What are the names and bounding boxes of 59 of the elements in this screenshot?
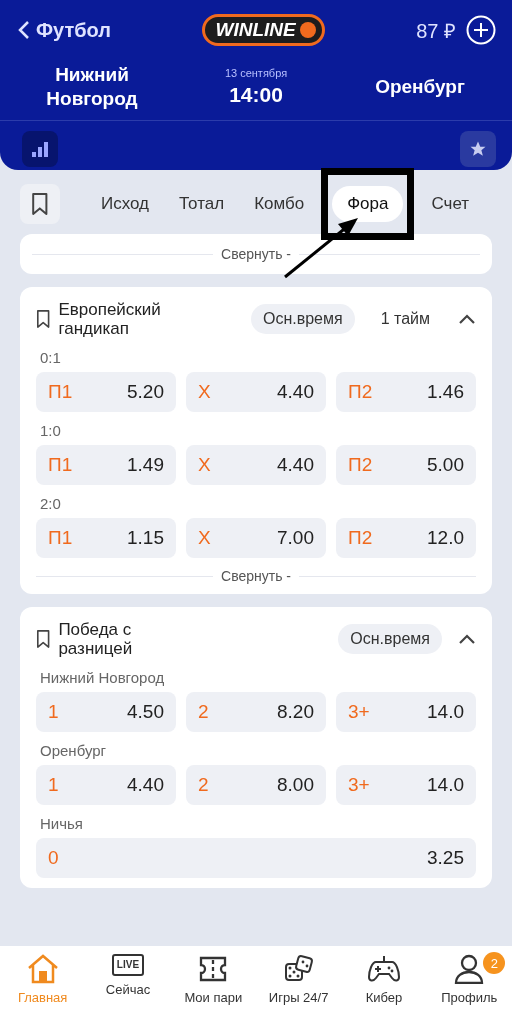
group-label: Ничья (40, 815, 84, 832)
home-team: Нижний Новгород (45, 63, 139, 111)
group-label: Оренбург (40, 742, 108, 759)
market-tab[interactable]: Исход (86, 186, 165, 222)
market-title: Победа с разницей (58, 620, 134, 658)
away-team: Оренбург (374, 75, 466, 99)
odds-button[interactable]: П2 12.0 (336, 518, 476, 558)
chevron-icon[interactable] (458, 313, 476, 325)
market-tab[interactable]: Фора (332, 186, 404, 222)
chevron-icon[interactable] (458, 633, 476, 645)
odds-button[interactable]: П1 1.15 (36, 518, 176, 558)
odds-button[interactable]: Х 4.40 (186, 372, 326, 412)
bookmark-icon[interactable] (31, 193, 49, 215)
odds-button[interactable]: 3+ 14.0 (336, 765, 476, 805)
odds-button[interactable]: П2 1.46 (336, 372, 476, 412)
notification-badge: 2 (483, 952, 506, 974)
group-label: 2:0 (40, 495, 62, 512)
odds-button[interactable]: Х 7.00 (186, 518, 326, 558)
odds-button[interactable]: П2 5.00 (336, 445, 476, 485)
odds-button[interactable]: 3+ 14.0 (336, 692, 476, 732)
back-icon (18, 20, 30, 40)
gamepad-icon (366, 954, 401, 984)
bookmark-icon[interactable] (36, 630, 51, 648)
dice-icon (282, 954, 315, 984)
match-date: 13 сентября (224, 67, 288, 79)
odds-button[interactable]: 1 4.40 (36, 765, 176, 805)
collapse-link[interactable]: Свернуть - (221, 568, 291, 584)
nav-item[interactable]: Игры 24/7 (258, 954, 339, 1024)
odds-button[interactable]: Х 4.40 (186, 445, 326, 485)
odds-button[interactable]: 0 3.25 (36, 838, 476, 878)
period-chip[interactable]: Осн.время (338, 624, 442, 654)
collapse-link[interactable]: Свернуть - (221, 246, 291, 262)
market-tab[interactable]: Счет (416, 186, 485, 222)
market-title: Европейский гандикап (58, 300, 162, 338)
nav-item[interactable]: LIVE Сейчас (88, 954, 168, 1024)
group-label: 1:0 (40, 422, 62, 439)
nav-item[interactable]: Профиль 2 (429, 954, 510, 1024)
group-label: Нижний Новгород (40, 669, 166, 686)
back-button[interactable]: Футбол (18, 18, 111, 42)
market-tab[interactable]: Тотал (164, 186, 240, 222)
odds-button[interactable]: П1 1.49 (36, 445, 176, 485)
bookmark-icon[interactable] (36, 310, 51, 328)
add-icon[interactable] (466, 15, 496, 45)
market-tab[interactable]: Комбо (239, 186, 320, 222)
group-label: 0:1 (40, 349, 62, 366)
nav-item[interactable]: Мои пари (173, 954, 254, 1024)
match-time: 14:00 (229, 83, 283, 107)
balance: 87 ₽ (416, 18, 456, 44)
stats-icon[interactable] (22, 131, 58, 167)
odds-button[interactable]: 2 8.00 (186, 765, 326, 805)
odds-button[interactable]: П1 5.20 (36, 372, 176, 412)
odds-button[interactable]: 2 8.20 (186, 692, 326, 732)
user-icon (453, 954, 486, 984)
logo: WINLINE (202, 14, 325, 46)
live-icon: LIVE (111, 954, 145, 976)
nav-item[interactable]: Кибер (343, 954, 424, 1024)
period-chip[interactable]: 1 тайм (368, 304, 442, 334)
period-chip[interactable]: Осн.время (251, 304, 355, 334)
odds-button[interactable]: 1 4.50 (36, 692, 176, 732)
